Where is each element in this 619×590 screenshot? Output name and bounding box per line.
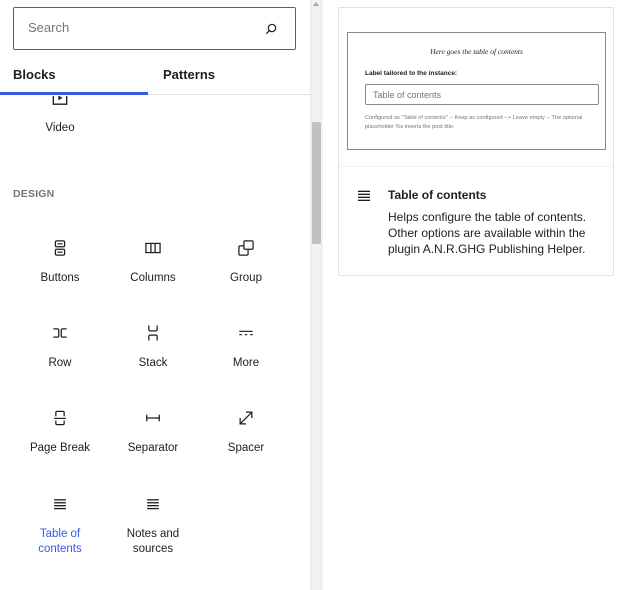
divider [339, 166, 613, 167]
block-item-spacer[interactable]: Spacer [200, 408, 292, 456]
block-label: Notes and [126, 528, 180, 540]
block-preview-thumbnail: Here goes the table of contents Label ta… [347, 32, 606, 150]
group-icon [238, 240, 254, 256]
row-icon [53, 328, 67, 338]
block-label: Stack [138, 357, 168, 369]
block-label: Buttons [40, 272, 80, 284]
blocks-list: Video DESIGN Buttons Columns Group Row S… [0, 96, 310, 590]
tab-blocks[interactable]: Blocks [13, 67, 56, 82]
block-label: Group [230, 272, 262, 284]
block-item-table-of-contents[interactable]: Table of contents [14, 494, 106, 557]
scrollbar-thumb[interactable] [312, 122, 321, 244]
page-break-icon [54, 410, 66, 426]
block-item-buttons[interactable]: Buttons [14, 238, 106, 286]
block-label: contents [38, 543, 82, 555]
scrollbar-track[interactable] [310, 0, 323, 590]
separator-icon [146, 414, 160, 422]
video-icon [52, 96, 68, 105]
block-item-row[interactable]: Row [14, 323, 106, 371]
block-item-separator[interactable]: Separator [107, 408, 199, 456]
spacer-icon [239, 411, 253, 425]
block-label: More [232, 357, 260, 369]
tab-patterns[interactable]: Patterns [163, 67, 215, 82]
preview-help-text: Configured as "Table of contents" -- Kee… [365, 115, 583, 130]
preview-field-label: Label tailored to the instance: [365, 70, 458, 77]
block-label: sources [132, 543, 174, 555]
more-icon [239, 330, 253, 336]
block-item-notes-and-sources[interactable]: Notes and sources [107, 494, 199, 557]
preview-field-input: Table of contents [365, 84, 599, 105]
block-label: Spacer [227, 442, 265, 454]
search-input[interactable] [28, 20, 248, 35]
block-item-stack[interactable]: Stack [107, 323, 199, 371]
block-label: Page Break [29, 442, 91, 454]
block-label: Separator [127, 442, 179, 454]
block-item-video[interactable]: Video [14, 96, 106, 136]
block-item-more[interactable]: More [200, 323, 292, 371]
list-icon [54, 499, 66, 510]
scroll-up-arrow-icon[interactable] [313, 2, 319, 6]
category-heading-design: DESIGN [13, 188, 55, 200]
block-card-title: Table of contents [388, 188, 487, 202]
block-card-description: Helps configure the table of contents. O… [388, 210, 587, 256]
block-item-columns[interactable]: Columns [107, 238, 199, 286]
block-item-page-break[interactable]: Page Break [14, 408, 106, 456]
search-icon[interactable] [263, 21, 279, 37]
block-item-group[interactable]: Group [200, 238, 292, 286]
block-inserter-panel: Blocks Patterns Video DESIGN Buttons [0, 0, 310, 590]
list-icon [147, 499, 159, 510]
block-label: Table of [39, 528, 81, 540]
block-preview-panel: Here goes the table of contents Label ta… [338, 7, 614, 276]
columns-icon [145, 242, 161, 254]
block-label: Video [45, 122, 75, 134]
stack-icon [148, 325, 158, 341]
search-box[interactable] [13, 7, 296, 50]
active-tab-indicator [0, 92, 148, 95]
block-label: Columns [130, 272, 176, 284]
inserter-tabs: Blocks Patterns [0, 58, 310, 95]
buttons-icon [54, 240, 66, 256]
block-label: Row [48, 357, 72, 369]
preview-heading: Here goes the table of contents [430, 47, 523, 56]
list-icon [358, 190, 370, 201]
